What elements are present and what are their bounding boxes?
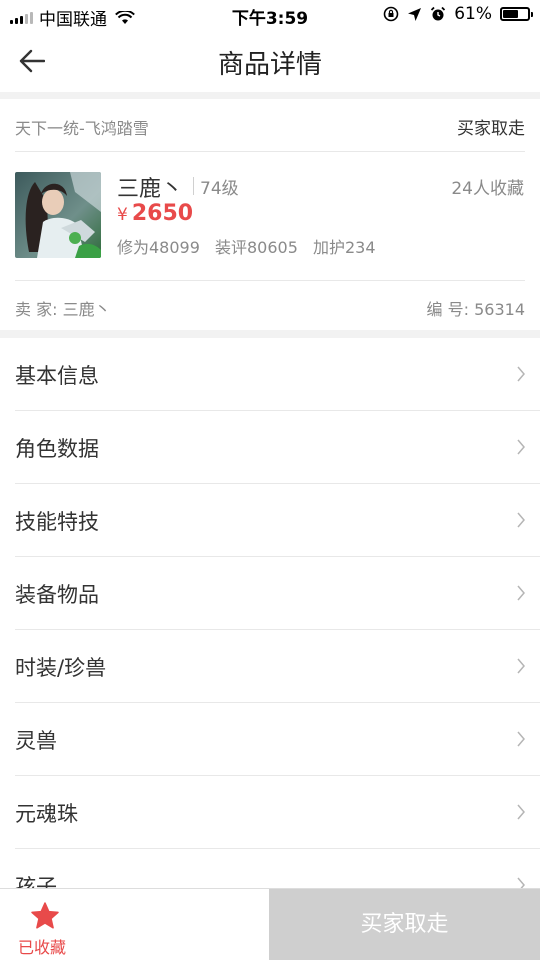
menu-item-basic-info[interactable]: 基本信息 bbox=[15, 338, 540, 411]
stats-row: 修为48099 装评80605 加护234 bbox=[117, 234, 386, 258]
chevron-right-icon bbox=[517, 804, 525, 820]
menu-item-label: 时装/珍兽 bbox=[15, 656, 107, 680]
alarm-icon bbox=[431, 6, 446, 21]
chevron-right-icon bbox=[517, 512, 525, 528]
chevron-right-icon bbox=[517, 585, 525, 601]
buy-button[interactable]: 买家取走 bbox=[269, 889, 540, 960]
battery-fill bbox=[503, 10, 518, 18]
server-name: 天下一统-飞鸿踏雪 bbox=[15, 119, 149, 138]
menu-item-label: 角色数据 bbox=[15, 437, 99, 461]
battery-percent: 61% bbox=[454, 4, 492, 24]
menu-item-label: 技能特技 bbox=[15, 510, 99, 534]
server-row: 天下一统-飞鸿踏雪 买家取走 bbox=[15, 99, 525, 152]
nav-bar: 商品详情 bbox=[0, 30, 540, 92]
menu-item-equipment[interactable]: 装备物品 bbox=[15, 557, 540, 630]
menu-item-label: 装备物品 bbox=[15, 583, 99, 607]
section-divider bbox=[0, 330, 540, 338]
chevron-right-icon bbox=[517, 439, 525, 455]
page-title: 商品详情 bbox=[217, 50, 322, 80]
lock-rotation-icon bbox=[383, 6, 399, 22]
serial-number: 编 号: 56314 bbox=[426, 300, 525, 319]
menu-item-spirit-beast[interactable]: 灵兽 bbox=[15, 703, 540, 776]
star-icon bbox=[31, 902, 59, 929]
bottom-action-bar: 已收藏 买家取走 bbox=[0, 888, 540, 960]
favorite-label: 已收藏 bbox=[18, 938, 67, 957]
chevron-right-icon bbox=[517, 731, 525, 747]
seller-name: 卖 家: 三鹿丶 bbox=[15, 300, 111, 319]
stat-equipment-score: 装评80605 bbox=[215, 238, 298, 257]
avatar[interactable] bbox=[15, 172, 101, 258]
stat-protection: 加护234 bbox=[313, 238, 376, 257]
detail-menu-list: 基本信息 角色数据 技能特技 装备物品 时装/珍兽 灵兽 元魂珠 孩子 bbox=[0, 338, 540, 922]
chevron-right-icon bbox=[517, 366, 525, 382]
menu-item-skills[interactable]: 技能特技 bbox=[15, 484, 540, 557]
location-icon bbox=[408, 7, 422, 21]
price-symbol: ¥ bbox=[117, 205, 128, 225]
battery-icon bbox=[500, 7, 533, 21]
menu-item-role-data[interactable]: 角色数据 bbox=[15, 411, 540, 484]
product-detail-screen: 中国联通 下午3:59 61% 商品详情 天下一统-飞鸿踏雪 买家取走 三鹿丶 … bbox=[0, 0, 540, 960]
role-name: 三鹿丶 bbox=[117, 177, 184, 202]
menu-item-label: 灵兽 bbox=[15, 729, 57, 753]
menu-item-label: 基本信息 bbox=[15, 364, 99, 388]
character-portrait bbox=[15, 172, 101, 258]
product-card: 天下一统-飞鸿踏雪 买家取走 三鹿丶 74级 24人收藏 ¥ 2650 修为48… bbox=[0, 99, 540, 330]
status-bar: 中国联通 下午3:59 61% bbox=[0, 0, 540, 30]
status-bar-right: 61% bbox=[383, 4, 533, 24]
price-row: ¥2650 bbox=[117, 201, 193, 226]
stat-cultivation: 修为48099 bbox=[117, 238, 200, 257]
favorite-button[interactable]: 已收藏 bbox=[0, 889, 269, 960]
status-badge: 买家取走 bbox=[457, 119, 525, 139]
menu-item-fashion-pets[interactable]: 时装/珍兽 bbox=[15, 630, 540, 703]
price: 2650 bbox=[131, 201, 194, 226]
section-divider bbox=[0, 92, 540, 99]
level-divider bbox=[193, 177, 194, 195]
menu-item-label: 元魂珠 bbox=[15, 802, 78, 826]
favorite-count: 24人收藏 bbox=[451, 179, 524, 199]
menu-item-soul-pearl[interactable]: 元魂珠 bbox=[15, 776, 540, 849]
role-level: 74级 bbox=[200, 179, 239, 199]
chevron-right-icon bbox=[517, 658, 525, 674]
seller-row: 卖 家: 三鹿丶 编 号: 56314 bbox=[15, 280, 525, 331]
